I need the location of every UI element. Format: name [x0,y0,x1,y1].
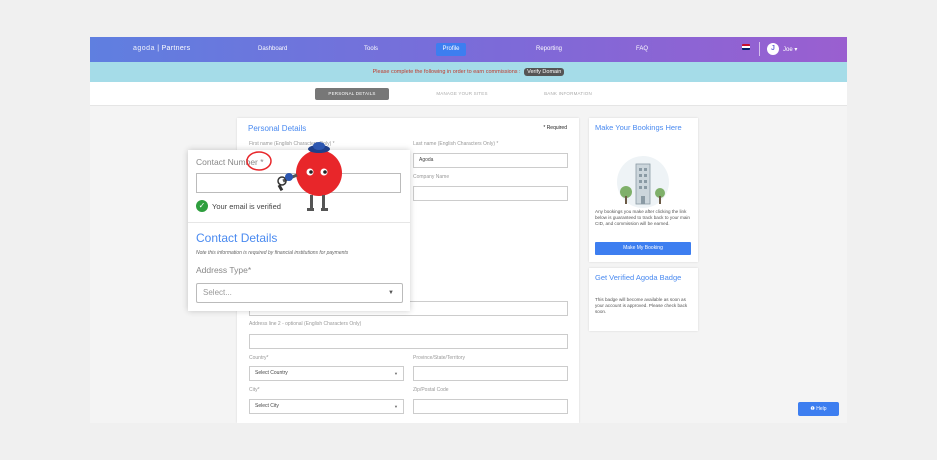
city-select[interactable]: Select City ▼ [249,399,404,414]
building-illustration-icon [617,156,669,208]
country-select[interactable]: Select Country ▼ [249,366,404,381]
verified-badge-card: Get Verified Agoda Badge This badge will… [589,268,698,331]
email-verified-text: Your email is verified [212,202,281,211]
check-circle-icon: ✓ [196,200,208,212]
country-label: Country* [249,355,269,361]
company-name-label: Company Name [413,174,450,180]
contact-details-title: Contact Details [196,231,278,245]
province-label: Province/State/Territory [413,355,465,361]
bookings-description: Any bookings you make after clicking the… [595,209,690,226]
zip-field[interactable] [413,399,568,414]
province-field[interactable] [413,366,568,381]
language-flag-icon[interactable] [742,44,750,50]
nav-divider [759,42,760,56]
bookings-title: Make Your Bookings Here [595,123,682,132]
highlight-circle-icon [246,151,272,171]
chevron-down-icon: ▼ [394,404,398,409]
chevron-down-icon: ▼ [388,290,394,296]
user-avatar[interactable]: J [767,43,779,55]
country-select-value: Select Country [255,370,288,376]
make-my-booking-button[interactable]: Make My Booking [595,242,691,255]
last-name-label: Last name (English Characters Only) * [413,141,499,147]
top-navigation: agoda | Partners Dashboard Tools Profile… [90,37,847,62]
nav-faq[interactable]: FAQ [636,46,648,52]
partners-logo[interactable]: agoda | Partners [133,45,190,52]
address-line-2-field[interactable] [249,334,568,349]
badge-title: Get Verified Agoda Badge [595,273,682,282]
address-type-label: Address Type* [196,265,252,275]
verify-domain-button[interactable]: Verify Domain [524,67,565,76]
tab-personal-details[interactable]: PERSONAL DETAILS [315,88,389,100]
nav-tools[interactable]: Tools [364,46,378,52]
tab-bank-information[interactable]: BANK INFORMATION [536,88,600,100]
user-menu[interactable]: Joe ▾ [783,46,797,53]
alert-message: Please complete the following in order t… [372,69,521,75]
zip-label: Zip/Postal Code [413,387,449,393]
address-type-select[interactable]: Select... ▼ [196,283,403,303]
chevron-down-icon: ▼ [394,371,398,376]
tab-manage-sites[interactable]: MANAGE YOUR SITES [432,88,492,100]
nav-profile[interactable]: Profile [436,43,466,56]
last-name-field[interactable]: Agoda [413,153,568,168]
nav-dashboard[interactable]: Dashboard [258,46,287,52]
logo-text: | Partners [157,45,191,52]
logo-mark: agoda [133,45,155,52]
city-label: City* [249,387,260,393]
bookings-card: Make Your Bookings Here Any bookings you… [589,118,698,262]
commission-alert-banner: Please complete the following in order t… [90,62,847,82]
mascot-detective-icon [277,142,342,211]
personal-details-title: Personal Details [248,124,307,133]
help-button[interactable]: ❶ Help [798,402,839,416]
required-note: * Required [543,125,567,131]
company-name-field[interactable] [413,186,568,201]
address-line-2-label: Address line 2 - optional (English Chara… [249,321,362,327]
contact-details-note: Note this information is required by fin… [196,250,349,256]
section-divider [188,222,410,223]
city-select-value: Select City [255,403,279,409]
nav-reporting[interactable]: Reporting [536,46,562,52]
address-type-value: Select... [203,288,232,297]
badge-description: This badge will become available as soon… [595,297,688,314]
profile-subtabs: PERSONAL DETAILS MANAGE YOUR SITES BANK … [90,82,847,106]
